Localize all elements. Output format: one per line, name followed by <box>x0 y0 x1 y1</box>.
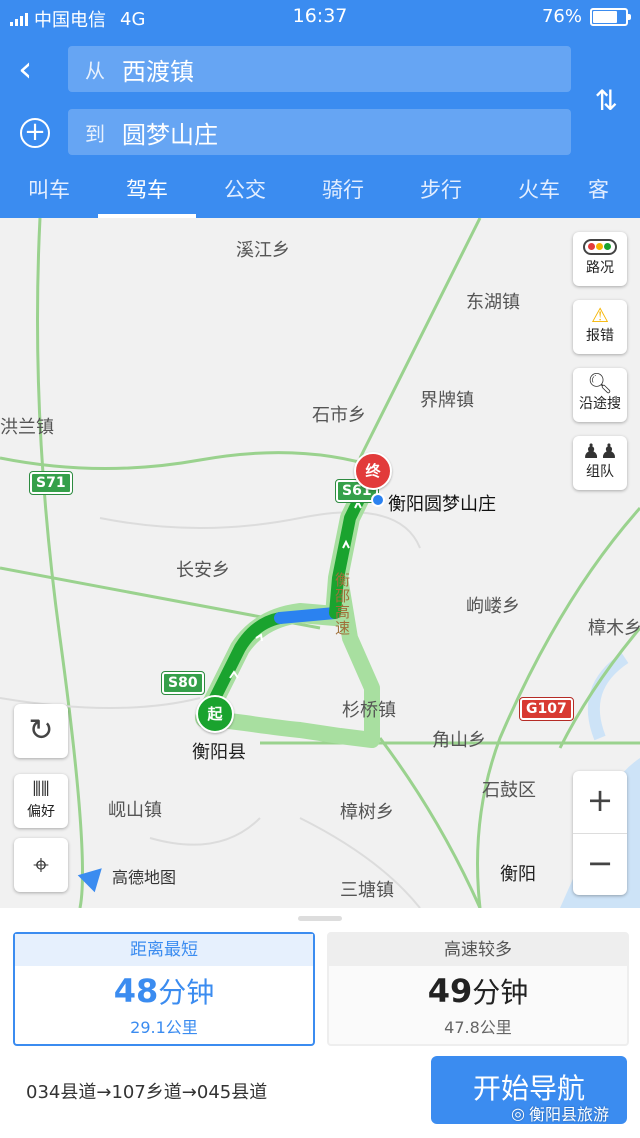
map-view[interactable]: 溪江乡 东湖镇 界牌镇 石市乡 洪兰镇 长安乡 岣嵝乡 樟木乡 杉桥镇 角山乡 … <box>0 218 640 908</box>
traffic-button[interactable]: 路况 <box>573 232 627 286</box>
route-distance: 29.1公里 <box>130 1018 198 1037</box>
route-option-shortest[interactable]: 距离最短 48分钟 29.1公里 <box>13 932 315 1046</box>
route-minutes-unit: 分钟 <box>472 976 529 1009</box>
start-marker[interactable]: 起 <box>196 695 234 733</box>
place-label: 长安乡 <box>176 560 230 581</box>
tab-train[interactable]: 火车 <box>490 166 588 218</box>
search-along-button[interactable]: 🔍︎ 沿途搜 <box>573 368 627 422</box>
battery-icon <box>590 7 631 26</box>
tab-walk[interactable]: 步行 <box>392 166 490 218</box>
end-marker[interactable]: 终 <box>354 452 392 490</box>
highway-label: 衡邵高速 <box>333 572 351 636</box>
road-shield-s80: S80 <box>161 671 205 695</box>
amap-logo-icon <box>77 859 111 893</box>
route-minutes: 49 <box>427 972 473 1010</box>
tab-bike[interactable]: 骑行 <box>294 166 392 218</box>
back-icon[interactable]: ‹ <box>18 50 48 90</box>
team-button[interactable]: ♟♟ 组队 <box>573 436 627 490</box>
place-label: 杉桥镇 <box>342 700 396 721</box>
amap-logo-text: 高德地图 <box>112 868 177 887</box>
refresh-icon: ↻ <box>28 713 54 748</box>
tab-coach[interactable]: 客 <box>588 166 628 218</box>
place-label: 洪兰镇 <box>0 417 54 438</box>
road-shield-s71: S71 <box>29 471 73 495</box>
route-minutes: 48 <box>113 972 159 1010</box>
locate-icon: ⌖ <box>33 848 49 881</box>
preference-label: 偏好 <box>27 804 55 820</box>
route-option-highway[interactable]: 高速较多 49分钟 47.8公里 <box>327 932 629 1046</box>
route-header: ‹ + 从 西渡镇 到 圆梦山庄 ⇅ 叫车 驾车 公交 骑行 步行 火车 客 <box>0 34 640 218</box>
route-tag: 高速较多 <box>329 934 627 966</box>
status-bar: 中国电信 4G 16:37 76% <box>0 0 640 34</box>
origin-field[interactable]: 从 西渡镇 <box>68 46 571 92</box>
route-panel: 距离最短 48分钟 29.1公里 高速较多 49分钟 47.8公里 034县道→… <box>0 908 640 1138</box>
route-distance: 47.8公里 <box>444 1018 512 1037</box>
map-logo: 高德地图 <box>77 859 177 893</box>
map-canvas <box>0 218 640 908</box>
battery-percent: 76% <box>541 6 582 27</box>
traffic-icon <box>573 232 627 260</box>
search-icon: 🔍︎ <box>587 371 613 395</box>
swap-icon[interactable]: ⇅ <box>595 84 618 117</box>
destination-label: 衡阳圆梦山庄 <box>388 494 496 515</box>
route-tag: 距离最短 <box>15 934 313 966</box>
transport-tabs: 叫车 驾车 公交 骑行 步行 火车 客 <box>0 166 640 218</box>
locate-button[interactable]: ⌖ <box>14 838 68 892</box>
team-label: 组队 <box>586 464 614 480</box>
tab-drive[interactable]: 驾车 <box>98 166 196 218</box>
place-label: 岘山镇 <box>108 800 162 821</box>
tab-bus[interactable]: 公交 <box>196 166 294 218</box>
place-label: 石鼓区 <box>482 780 536 801</box>
watermark: ◎ 衡阳县旅游 <box>511 1101 609 1125</box>
add-waypoint-icon[interactable]: + <box>20 118 50 148</box>
place-label: 岣嵝乡 <box>466 596 520 617</box>
place-label: 界牌镇 <box>420 390 474 411</box>
place-label: 溪江乡 <box>236 240 290 261</box>
traffic-label: 路况 <box>586 260 614 276</box>
from-prefix: 从 <box>85 58 105 83</box>
search-along-label: 沿途搜 <box>579 396 621 412</box>
sliders-icon: ⫴⫴ <box>32 777 50 801</box>
zoom-in-button[interactable]: + <box>573 771 627 834</box>
sheet-handle[interactable] <box>298 916 342 921</box>
warning-icon: ⚠ <box>591 303 609 327</box>
destination-dot <box>371 493 385 507</box>
zoom-out-button[interactable]: − <box>573 834 627 896</box>
watermark-text: 衡阳县旅游 <box>528 1105 609 1124</box>
report-button[interactable]: ⚠ 报错 <box>573 300 627 354</box>
zoom-control: + − <box>573 771 627 895</box>
origin-value: 西渡镇 <box>122 57 194 86</box>
place-label: 衡阳 <box>500 864 536 885</box>
place-label: 樟树乡 <box>340 802 394 823</box>
to-prefix: 到 <box>85 121 105 146</box>
refresh-button[interactable]: ↻ <box>14 704 68 758</box>
road-shield-g107: G107 <box>519 697 574 721</box>
destination-value: 圆梦山庄 <box>122 120 218 149</box>
team-icon: ♟♟ <box>582 439 618 463</box>
place-label: 角山乡 <box>432 730 486 751</box>
wechat-icon: ◎ <box>511 1103 525 1123</box>
preference-button[interactable]: ⫴⫴ 偏好 <box>14 774 68 828</box>
route-minutes-unit: 分钟 <box>158 976 215 1009</box>
place-label: 东湖镇 <box>466 292 520 313</box>
route-description: 034县道→107乡道→045县道 <box>26 1082 268 1103</box>
place-label: 樟木乡 <box>588 618 640 639</box>
tab-taxi[interactable]: 叫车 <box>0 166 98 218</box>
report-label: 报错 <box>586 328 614 344</box>
place-label: 三塘镇 <box>340 880 394 901</box>
place-label: 石市乡 <box>312 405 366 426</box>
destination-field[interactable]: 到 圆梦山庄 <box>68 109 571 155</box>
place-label: 衡阳县 <box>192 742 246 763</box>
